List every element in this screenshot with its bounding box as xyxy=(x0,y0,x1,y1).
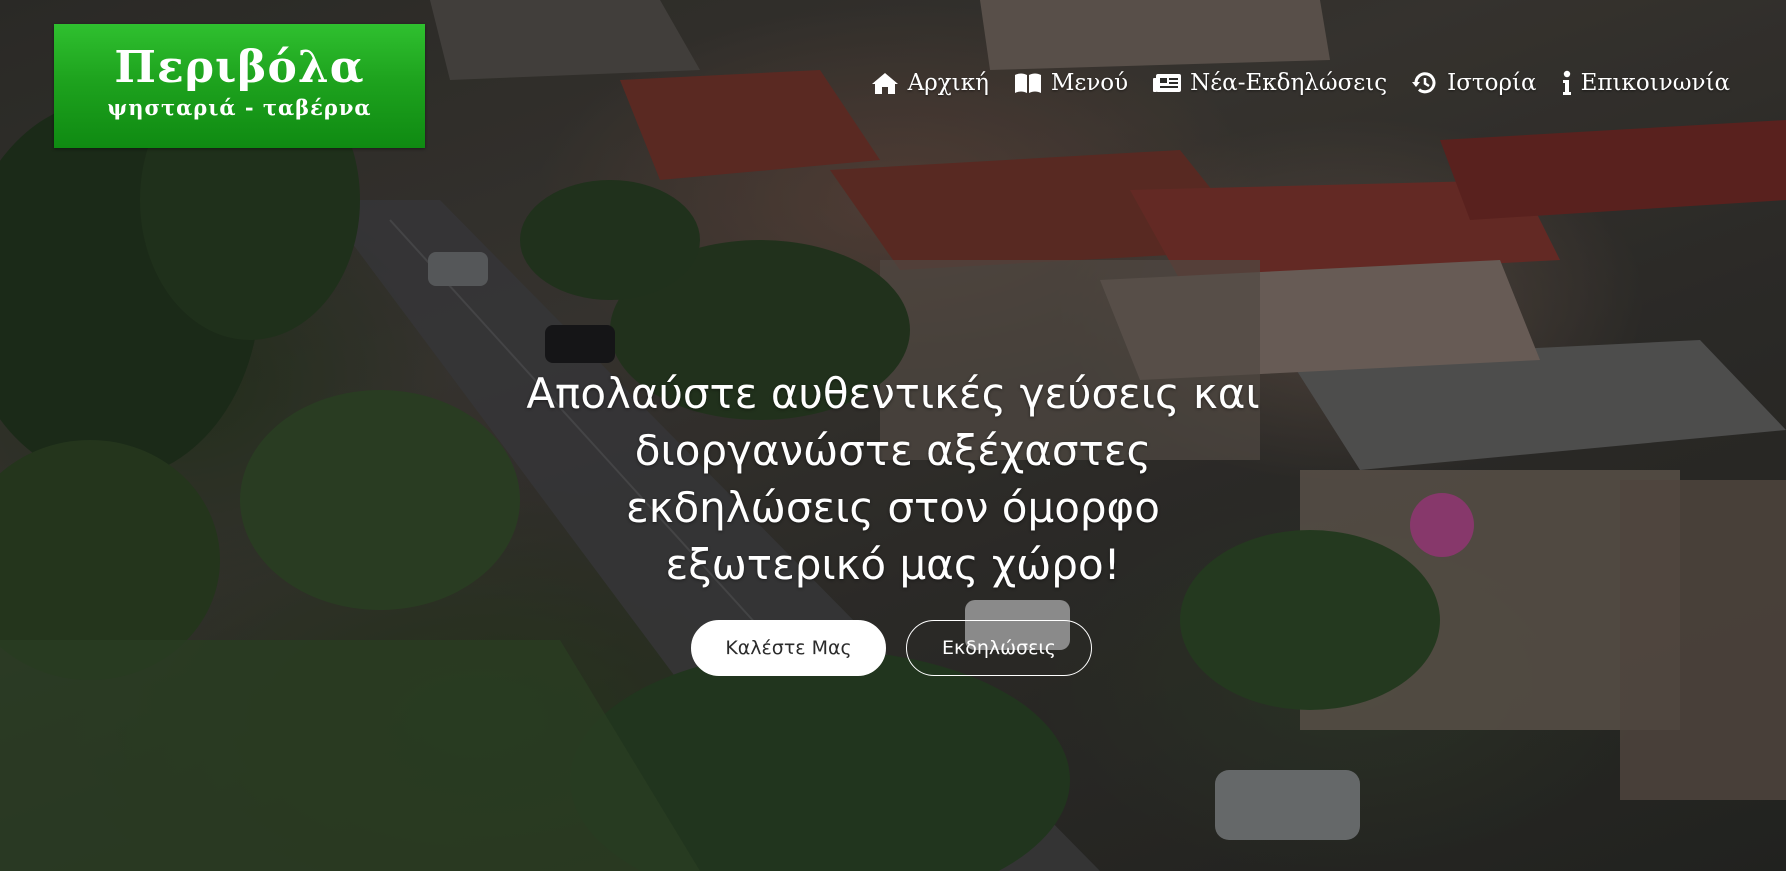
events-button[interactable]: Εκδηλώσεις xyxy=(906,620,1092,676)
logo-title: Περιβόλα xyxy=(114,42,365,93)
main-nav: Αρχική Μενού Νέα-Εκδηλώσεις Ιστορία Επικ… xyxy=(870,70,1730,96)
home-icon xyxy=(871,73,898,94)
logo[interactable]: Περιβόλα ψησταριά - ταβέρνα xyxy=(54,24,425,148)
hero-section: Περιβόλα ψησταριά - ταβέρνα Αρχική Μενού xyxy=(0,0,1786,871)
nav-item-label: Ιστορία xyxy=(1447,70,1537,96)
nav-item-menu[interactable]: Μενού xyxy=(1013,70,1128,96)
nav-item-label: Αρχική xyxy=(907,70,989,96)
nav-item-label: Επικοινωνία xyxy=(1580,70,1730,96)
headline-line: εκδηλώσεις στον όμορφο xyxy=(626,483,1160,532)
headline-line: εξωτερικό μας χώρο! xyxy=(665,540,1121,589)
history-icon xyxy=(1412,72,1436,94)
logo-subtitle: ψησταριά - ταβέρνα xyxy=(107,95,372,120)
nav-item-home[interactable]: Αρχική xyxy=(870,70,989,96)
hero-buttons: Καλέστε Μας Εκδηλώσεις xyxy=(691,620,1092,676)
call-us-button[interactable]: Καλέστε Μας xyxy=(691,620,886,676)
headline-line: Απολαύστε αυθεντικές γεύσεις και xyxy=(526,369,1260,418)
nav-item-history[interactable]: Ιστορία xyxy=(1411,70,1537,96)
nav-item-contact[interactable]: Επικοινωνία xyxy=(1561,70,1730,96)
newspaper-icon xyxy=(1153,74,1182,92)
book-icon xyxy=(1014,73,1041,93)
headline-line: διοργανώστε αξέχαστες xyxy=(634,426,1152,475)
info-icon xyxy=(1562,70,1571,95)
nav-item-label: Νέα-Εκδηλώσεις xyxy=(1190,70,1388,96)
hero-headline: Απολαύστε αυθεντικές γεύσεις και διοργαν… xyxy=(443,365,1343,593)
nav-item-news-events[interactable]: Νέα-Εκδηλώσεις xyxy=(1152,70,1387,96)
nav-item-label: Μενού xyxy=(1050,70,1129,96)
